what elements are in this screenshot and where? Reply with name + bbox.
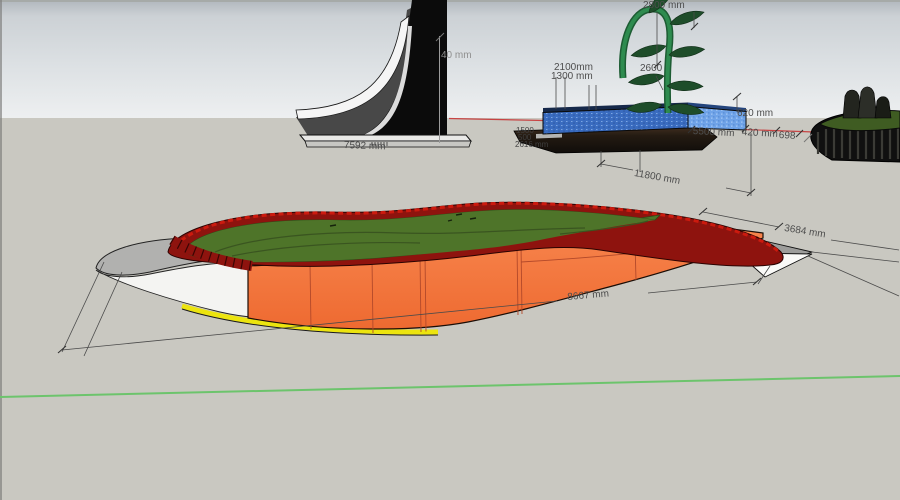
dim-label-620[interactable]: 620 mm — [737, 109, 773, 119]
dim-label-2616[interactable]: 2616 mm — [515, 141, 548, 149]
dim-label-5500[interactable]: 5500 mm — [692, 127, 734, 139]
dim-label-2800[interactable]: 2800 mm — [643, 1, 685, 11]
dim-label-420[interactable]: 420 mm — [741, 128, 778, 140]
dim-label-7592[interactable]: 7592 mm — [344, 141, 386, 152]
green-axis-line — [0, 376, 900, 397]
model-layer — [0, 0, 900, 500]
rock-planter[interactable] — [804, 87, 900, 162]
plant-sculpture[interactable] — [623, 0, 706, 118]
rock-shapes — [843, 87, 891, 118]
dim-label-1300[interactable]: 1300 mm — [551, 72, 593, 82]
viewport-canvas[interactable]: 2800 mm 2100mm 1300 mm 2600 40 mm 7592 m… — [0, 0, 900, 500]
dim-label-698[interactable]: 698 — [778, 131, 795, 142]
island-planter[interactable] — [96, 202, 812, 335]
dim-label-40[interactable]: 40 mm — [441, 51, 472, 61]
monument-sculpture[interactable] — [296, 0, 471, 147]
dim-label-2600[interactable]: 2600 — [640, 64, 662, 74]
